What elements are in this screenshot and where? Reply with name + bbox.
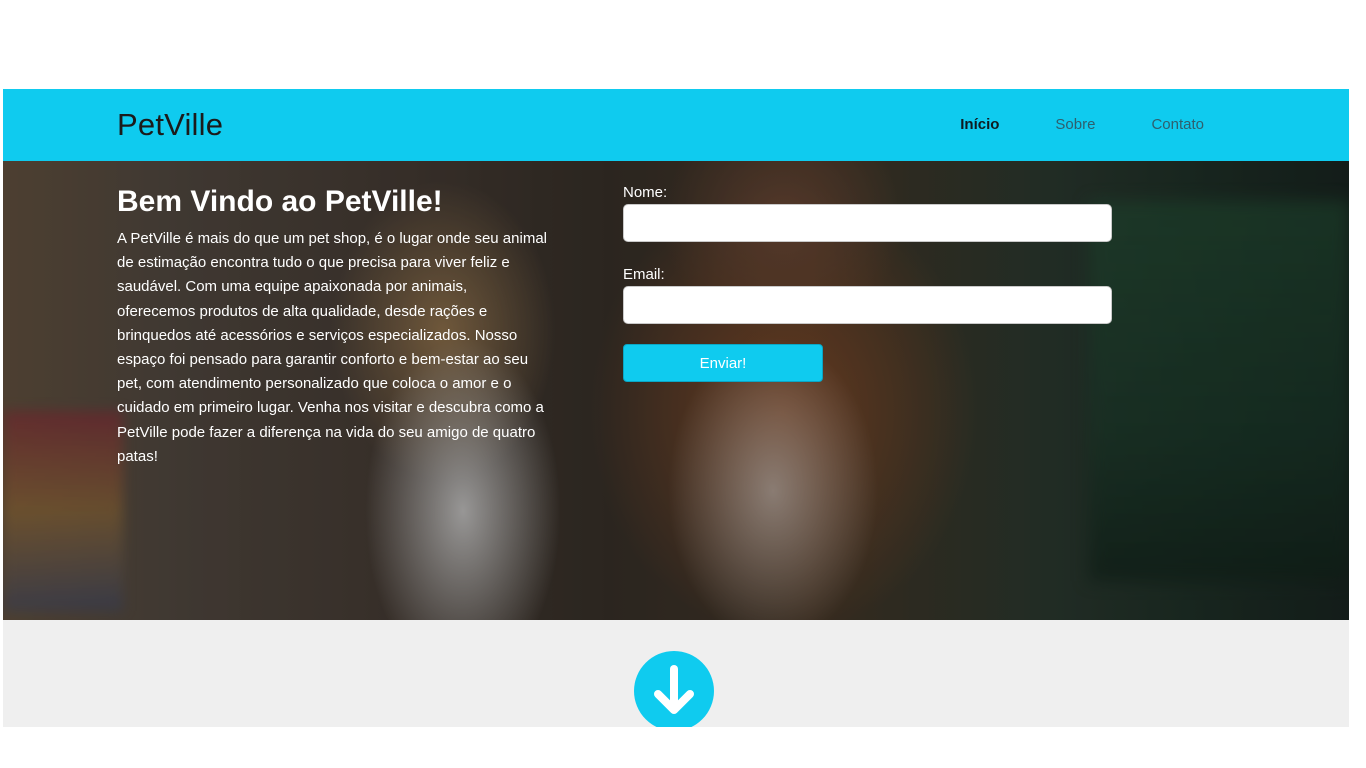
brand-logo-text[interactable]: PetVille bbox=[117, 107, 223, 143]
name-input[interactable] bbox=[623, 204, 1112, 242]
bottom-section bbox=[3, 620, 1349, 727]
nav-link-inicio[interactable]: Início bbox=[960, 114, 999, 136]
nav-links: Início Sobre Contato bbox=[904, 114, 1204, 136]
email-input[interactable] bbox=[623, 286, 1112, 324]
hero-description: A PetVille é mais do que um pet shop, é … bbox=[117, 230, 547, 465]
hero-title: Bem Vindo ao PetVille! bbox=[117, 185, 443, 218]
page: PetVille Início Sobre Contato Bem Vindo … bbox=[0, 0, 1366, 768]
nav-link-sobre[interactable]: Sobre bbox=[1055, 114, 1095, 136]
hero-section: Bem Vindo ao PetVille! A PetVille é mais… bbox=[3, 161, 1349, 620]
email-label: Email: bbox=[623, 266, 665, 283]
arrow-down-icon bbox=[654, 665, 694, 714]
name-label: Nome: bbox=[623, 184, 668, 201]
scroll-down-button[interactable] bbox=[634, 651, 714, 727]
nav-link-contato[interactable]: Contato bbox=[1151, 114, 1204, 136]
submit-button[interactable]: Enviar! bbox=[623, 344, 823, 382]
navbar: PetVille Início Sobre Contato bbox=[3, 89, 1349, 161]
